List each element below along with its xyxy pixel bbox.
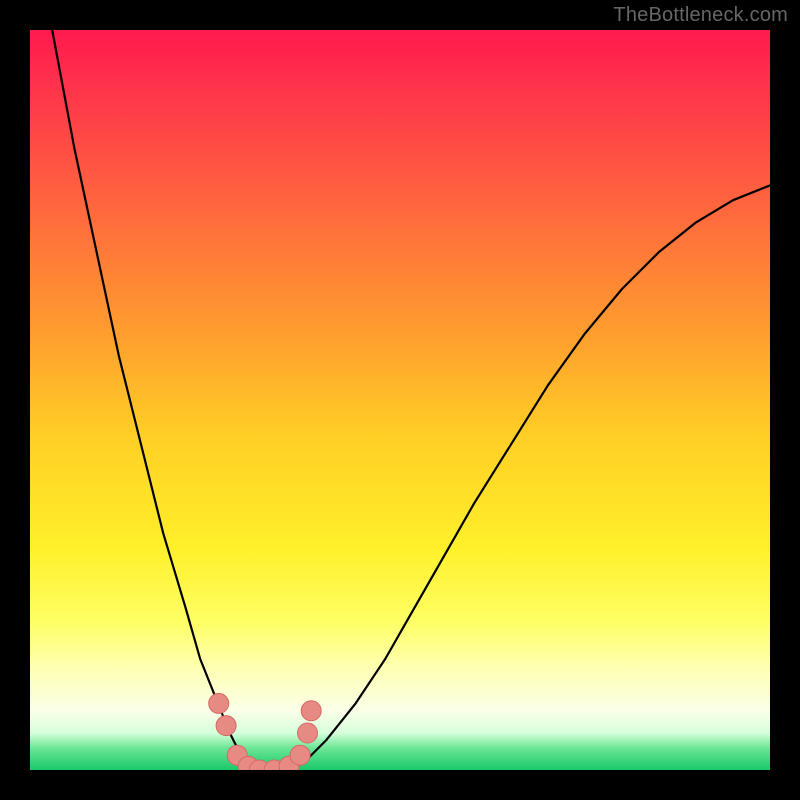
fit-marker [298, 723, 318, 743]
fit-marker [301, 701, 321, 721]
fit-marker [209, 693, 229, 713]
chart-container: TheBottleneck.com [0, 0, 800, 800]
curve-layer [30, 30, 770, 770]
watermark-text: TheBottleneck.com [613, 4, 788, 27]
fit-marker [216, 716, 236, 736]
fit-marker [290, 745, 310, 765]
fit-markers [209, 693, 322, 770]
bottleneck-curve [30, 30, 770, 770]
plot-area [30, 30, 770, 770]
